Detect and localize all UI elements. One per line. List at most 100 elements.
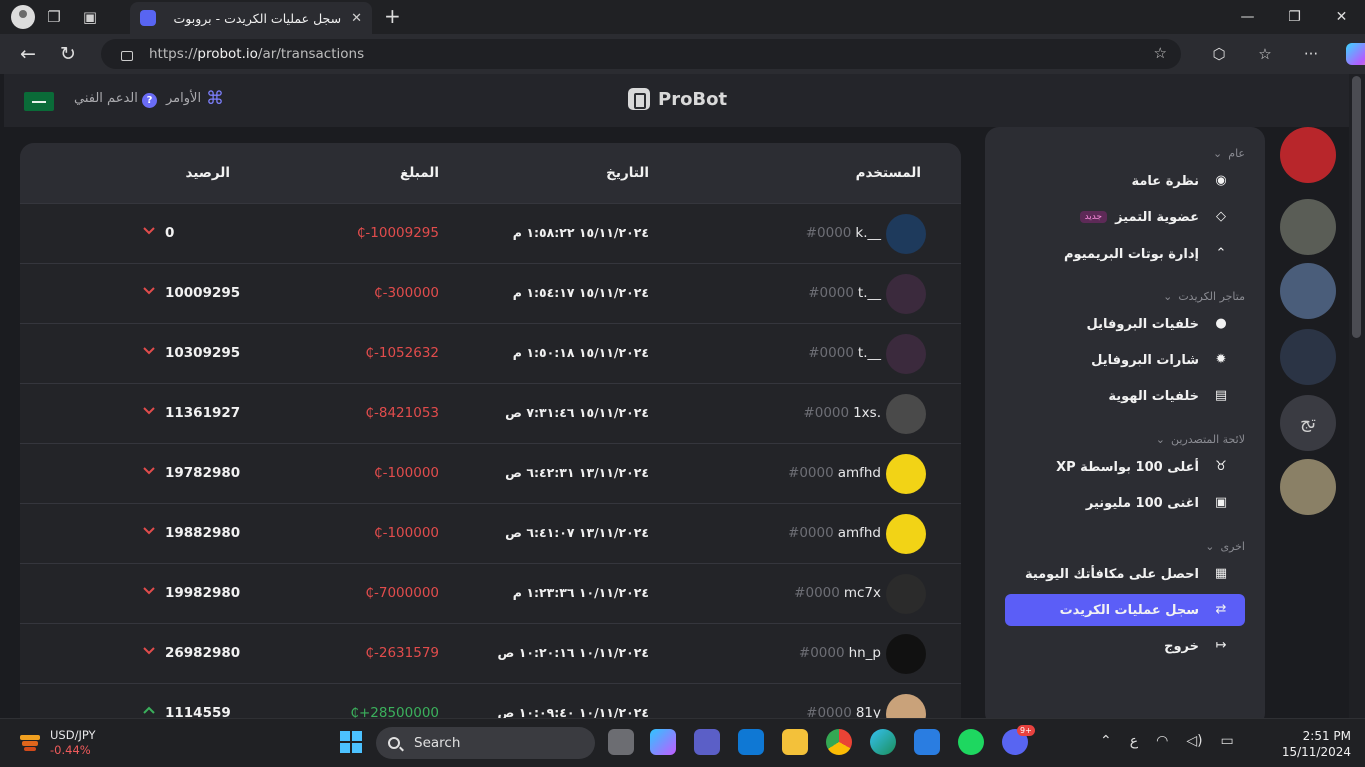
active-tab[interactable]: سجل عمليات الكريدت - بروبوت ✕ [130,2,372,34]
currency-icon: ₵ [365,585,374,601]
extensions-icon[interactable]: ⬡ [1196,45,1242,63]
outlook-icon[interactable] [738,729,764,755]
sidebar-item[interactable]: شارات البروفايل ✹ [1005,344,1245,376]
spotify-icon[interactable] [958,729,984,755]
store-icon[interactable] [914,729,940,755]
chevron-up-icon[interactable] [142,703,156,717]
windows-start-icon[interactable] [338,729,364,755]
server-icon[interactable]: تج [1280,395,1336,451]
volume-icon[interactable]: ◁) [1186,733,1202,749]
copilot-app-icon[interactable] [650,729,676,755]
user-name-cell[interactable]: #0000 hn_p [799,645,881,661]
sidebar-section-title[interactable]: لائحة المتصدرين ⌄ [1156,433,1245,446]
chrome-icon[interactable] [826,729,852,755]
sidebar-item[interactable]: جديد عضوية التميز ◇ [1005,201,1245,233]
server-icon[interactable] [1280,263,1336,319]
server-icon[interactable] [1280,127,1336,183]
user-avatar[interactable] [886,214,926,254]
support-link[interactable]: الدعم الفني [74,91,138,106]
user-avatar[interactable] [886,694,926,718]
sidebar-section-title[interactable]: اخرى ⌄ [1205,540,1245,553]
new-badge: جديد [1079,211,1108,223]
chevron-down-icon[interactable] [142,223,156,237]
copilot-icon[interactable] [1346,43,1365,65]
new-tab-icon[interactable]: + [384,4,401,28]
user-avatar[interactable] [886,394,926,434]
sidebar-section-title[interactable]: متاجر الكريدت ⌄ [1163,290,1245,303]
workspaces-icon[interactable]: ❐ [36,0,72,34]
sidebar-item[interactable]: خلفيات البروفايل ● [1005,308,1245,340]
restore-icon[interactable]: ❐ [1271,0,1318,34]
commands-link[interactable]: الأوامر [166,91,201,106]
battery-icon[interactable]: ▭ [1221,733,1234,749]
sidebar-item[interactable]: احصل على مكافأتك اليومية ▦ [1005,558,1245,590]
favorite-star-icon[interactable]: ☆ [1154,44,1167,62]
more-menu-icon[interactable]: ··· [1288,45,1334,63]
sidebar-item[interactable]: إدارة بوتات البريميوم ⌃ [1005,238,1245,270]
server-icon[interactable] [1280,329,1336,385]
user-name-cell[interactable]: #0000 1xs. [803,405,881,421]
back-icon[interactable]: ← [8,43,48,65]
page-scrollbar[interactable] [1349,74,1365,718]
close-tab-icon[interactable]: ✕ [351,11,362,26]
lang-indicator[interactable]: ع [1130,733,1138,749]
weather-widget-icon[interactable] [18,731,42,753]
chevron-down-icon[interactable] [142,403,156,417]
wifi-icon[interactable]: ◠ [1156,733,1168,749]
profile-button[interactable] [0,0,36,34]
probot-logo[interactable]: ProBot [628,88,727,110]
minimize-icon[interactable]: — [1224,0,1271,34]
user-name-cell[interactable]: #0000 t.__ [808,285,881,301]
chevron-down-icon[interactable] [142,463,156,477]
user-name-cell[interactable]: #0000 amfhd [788,465,881,481]
user-avatar[interactable] [886,574,926,614]
edge-icon[interactable] [870,729,896,755]
user-avatar[interactable] [886,334,926,374]
close-window-icon[interactable]: ✕ [1318,0,1365,34]
sidebar-item[interactable]: خلفيات الهوية ▤ [1005,380,1245,412]
user-avatar[interactable] [886,274,926,314]
saudi-flag-icon[interactable] [24,92,54,111]
chevron-down-icon[interactable] [142,343,156,357]
profile-icon [11,5,35,29]
help-icon[interactable]: ? [142,93,157,108]
sidebar-section-title[interactable]: عام ⌄ [1213,147,1245,160]
sidebar-item[interactable]: اغنى 100 مليونير ▣ [1005,487,1245,519]
browser-toolbar: ⬡ ☆ ··· [1196,34,1365,74]
user-avatar[interactable] [886,634,926,674]
user-name-cell[interactable]: #0000 mc7x [794,585,881,601]
user-name: hn_p [848,645,881,661]
header-amount: المبلغ [400,165,439,181]
table-row: #0000 hn_p ١٠/١١/٢٠٢٤ ١٠:٢٠:١٦ ص ₵-263157… [20,624,961,684]
scrollbar-thumb[interactable] [1352,76,1361,338]
user-name-cell[interactable]: #0000 k.__ [806,225,881,241]
favorites-icon[interactable]: ☆ [1242,45,1288,63]
sidebar-item[interactable]: نظرة عامة ◉ [1005,165,1245,197]
command-icon[interactable]: ⌘ [206,88,224,109]
chevron-down-icon[interactable] [142,643,156,657]
sidebar-item[interactable]: أعلى 100 بواسطة XP ♉ [1005,451,1245,483]
chevron-down-icon[interactable] [142,283,156,297]
table-row: #0000 amfhd ١٣/١١/٢٠٢٤ ٦:٤١:٠٧ ص ₵-100000… [20,504,961,564]
server-icon[interactable] [1280,199,1336,255]
url-field[interactable]: https://probot.io/ar/transactions ☆ [101,39,1181,69]
sidebar-item[interactable]: خروج ↦ [1005,630,1245,662]
user-avatar[interactable] [886,514,926,554]
user-avatar[interactable] [886,454,926,494]
user-name-cell[interactable]: #0000 t.__ [808,345,881,361]
file-explorer-icon[interactable] [782,729,808,755]
tray-chevron-icon[interactable]: ⌃ [1100,733,1112,749]
refresh-icon[interactable]: ↻ [48,43,88,65]
server-icon[interactable] [1280,459,1336,515]
task-view-icon[interactable] [608,729,634,755]
chevron-down-icon[interactable] [142,523,156,537]
user-name-cell[interactable]: #0000 81y [806,705,881,718]
ticker-widget[interactable]: USD/JPY -0.44% [50,728,96,758]
user-name-cell[interactable]: #0000 amfhd [788,525,881,541]
chevron-down-icon[interactable] [142,583,156,597]
vertical-tabs-icon[interactable]: ▣ [72,0,108,34]
taskbar-search[interactable]: Search [376,727,595,759]
sidebar-item[interactable]: سجل عمليات الكريدت ⇄ [1005,594,1245,626]
clock[interactable]: 2:51 PM 15/11/2024 [1282,728,1351,760]
teams-icon[interactable] [694,729,720,755]
